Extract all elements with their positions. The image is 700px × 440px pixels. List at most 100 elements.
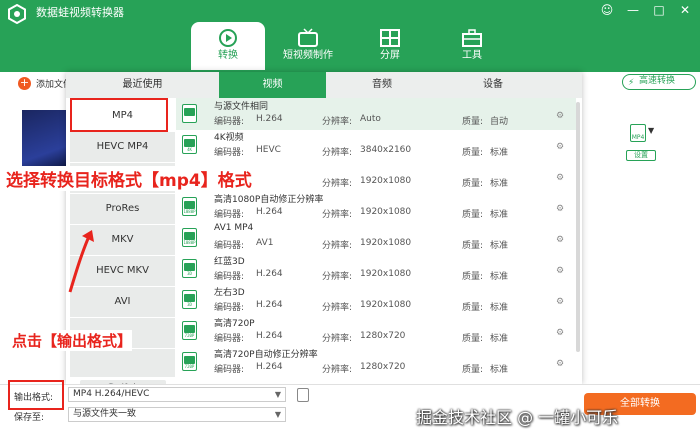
category-hevc-mp4[interactable]: HEVC MP4 xyxy=(70,132,175,162)
gear-icon[interactable]: ⚙ xyxy=(556,142,564,152)
fast-convert-toggle[interactable]: ⚡ 高速转换 xyxy=(622,74,696,90)
format-preset-row[interactable]: 与源文件相同 编码器: H.264 分辨率: Auto 质量: 自动 ⚙ xyxy=(176,98,576,130)
encoder-value: H.264 xyxy=(256,331,283,341)
tab-short-video[interactable]: 短视频制作 xyxy=(271,22,345,70)
resolution-value: Auto xyxy=(360,114,381,124)
gear-icon[interactable]: ⚙ xyxy=(556,266,564,276)
tab-audio[interactable]: 音频 xyxy=(326,72,438,98)
encoder-label: 编码器: xyxy=(214,241,245,251)
format-settings-icon[interactable] xyxy=(297,388,309,402)
encoder-label: 编码器: xyxy=(214,334,245,344)
resolution-label: 分辨率: xyxy=(322,210,353,220)
save-to-label: 保存至: xyxy=(14,413,45,423)
preset-name: 高清1080P自动修正分辨率 xyxy=(214,195,324,205)
quality-value: 标准 xyxy=(490,241,509,251)
highlight-mp4-box xyxy=(70,98,168,132)
annotation-click-output: 点击【输出格式】 xyxy=(12,330,133,351)
split-screen-icon xyxy=(380,29,400,47)
output-format-value: MP4 H.264/HEVC xyxy=(73,389,150,399)
output-format-select[interactable]: MP4 H.264/HEVC ▼ xyxy=(68,387,286,402)
encoder-value: H.264 xyxy=(256,362,283,372)
preset-scrollbar[interactable] xyxy=(576,102,580,352)
video-file-icon: 3D xyxy=(182,259,197,278)
gear-icon[interactable]: ⚙ xyxy=(556,235,564,245)
category-item[interactable] xyxy=(70,349,175,377)
encoder-label: 编码器: xyxy=(214,365,245,375)
toolbox-icon xyxy=(462,29,482,47)
resolution-label: 分辨率: xyxy=(322,303,353,313)
quality-value: 标准 xyxy=(490,179,509,189)
chevron-down-icon[interactable]: ▼ xyxy=(648,126,654,135)
quality-label: 质量: xyxy=(462,241,484,251)
resolution-value: 1280x720 xyxy=(360,362,406,372)
encoder-value: HEVC xyxy=(256,145,281,155)
quality-value: 标准 xyxy=(490,303,509,313)
save-to-select[interactable]: 与源文件夹一致 ▼ xyxy=(68,407,286,422)
gear-icon[interactable]: ⚙ xyxy=(556,173,564,183)
settings-button[interactable]: 设置 xyxy=(626,150,656,161)
format-preset-row[interactable]: 3D 红蓝3D 编码器: H.264 分辨率: 1920x1080 质量: 标准 ⚙ xyxy=(176,253,576,285)
quality-label: 质量: xyxy=(462,117,484,127)
quality-value: 自动 xyxy=(490,117,509,127)
resolution-value: 1280x720 xyxy=(360,331,406,341)
minimize-icon[interactable]: — xyxy=(626,2,640,18)
tab-video[interactable]: 视频 xyxy=(219,72,326,98)
quality-value: 标准 xyxy=(490,148,509,158)
tab-split-screen-label: 分屏 xyxy=(380,50,400,61)
annotation-select-format: 选择转换目标格式【mp4】格式 xyxy=(6,166,252,191)
resolution-label: 分辨率: xyxy=(322,148,353,158)
tab-recent[interactable]: 最近使用 xyxy=(66,72,219,98)
video-file-icon: 4K xyxy=(182,135,197,154)
tab-convert[interactable]: 转换 xyxy=(191,22,265,70)
video-file-icon: 720P xyxy=(182,352,197,371)
feedback-icon[interactable]: ☺ xyxy=(600,2,614,18)
quality-label: 质量: xyxy=(462,272,484,282)
encoder-value: H.264 xyxy=(256,300,283,310)
preset-name: AV1 MP4 xyxy=(214,223,254,233)
encoder-label: 编码器: xyxy=(214,303,245,313)
format-preset-row[interactable]: 4K 4K视频 编码器: HEVC 分辨率: 3840x2160 质量: 标准 ⚙ xyxy=(176,129,576,161)
encoder-value: H.264 xyxy=(256,114,283,124)
chevron-down-icon: ▼ xyxy=(274,410,281,419)
format-tabs: 最近使用 视频 音频 设备 xyxy=(66,72,582,98)
quality-label: 质量: xyxy=(462,148,484,158)
preset-name: 4K视频 xyxy=(214,133,244,143)
resolution-value: 1920x1080 xyxy=(360,269,412,279)
tab-tools-label: 工具 xyxy=(462,50,482,61)
gear-icon[interactable]: ⚙ xyxy=(556,204,564,214)
maximize-icon[interactable]: □ xyxy=(652,2,666,18)
tab-device[interactable]: 设备 xyxy=(438,72,548,98)
preset-name: 左右3D xyxy=(214,288,245,298)
encoder-value: AV1 xyxy=(256,238,274,248)
encoder-label: 编码器: xyxy=(214,272,245,282)
tab-short-video-label: 短视频制作 xyxy=(283,50,333,61)
tab-tools[interactable]: 工具 xyxy=(435,22,509,70)
category-prores[interactable]: ProRes xyxy=(70,194,175,224)
app-title: 数据蛙视频转换器 xyxy=(36,6,124,19)
format-preset-row[interactable]: 720P 高清720P自动修正分辨率 编码器: H.264 分辨率: 1280x720 质量… xyxy=(176,346,576,378)
video-file-icon: 3D xyxy=(182,290,197,309)
header-bar: 数据蛙视频转换器 ☺ — □ ✕ 转换 短视频制作 分屏 工具 xyxy=(0,0,700,72)
quality-label: 质量: xyxy=(462,179,484,189)
chevron-down-icon: ▼ xyxy=(274,390,281,399)
video-file-icon: 1080P xyxy=(182,228,197,247)
format-preset-list: 与源文件相同 编码器: H.264 分辨率: Auto 质量: 自动 ⚙ 4K 4K视频 编码器: H… xyxy=(176,98,582,384)
quality-label: 质量: xyxy=(462,365,484,375)
gear-icon[interactable]: ⚙ xyxy=(556,359,564,369)
format-preset-row[interactable]: 1080P 高清1080P自动修正分辨率 编码器: H.264 分辨率: 1920x108… xyxy=(176,191,576,223)
quality-label: 质量: xyxy=(462,210,484,220)
preset-name: 高清720P自动修正分辨率 xyxy=(214,350,318,360)
format-preset-row[interactable]: 720P 高清720P 编码器: H.264 分辨率: 1280x720 质量: 标准 ⚙ xyxy=(176,315,576,347)
quality-value: 标准 xyxy=(490,272,509,282)
close-icon[interactable]: ✕ xyxy=(678,2,692,18)
annotation-arrow-icon xyxy=(68,230,94,293)
format-preset-row[interactable]: 3D 左右3D 编码器: H.264 分辨率: 1920x1080 质量: 标准 ⚙ xyxy=(176,284,576,316)
gear-icon[interactable]: ⚙ xyxy=(556,111,564,121)
gear-icon[interactable]: ⚙ xyxy=(556,297,564,307)
encoder-value: H.264 xyxy=(256,207,283,217)
format-preset-row[interactable]: 1080P AV1 MP4 编码器: AV1 分辨率: 1920x1080 质量: 标准 ⚙ xyxy=(176,222,576,254)
gear-icon[interactable]: ⚙ xyxy=(556,328,564,338)
output-format-badge-icon[interactable]: MP4 xyxy=(630,124,646,142)
tab-split-screen[interactable]: 分屏 xyxy=(353,22,427,70)
add-file-icon[interactable]: + xyxy=(18,77,31,90)
